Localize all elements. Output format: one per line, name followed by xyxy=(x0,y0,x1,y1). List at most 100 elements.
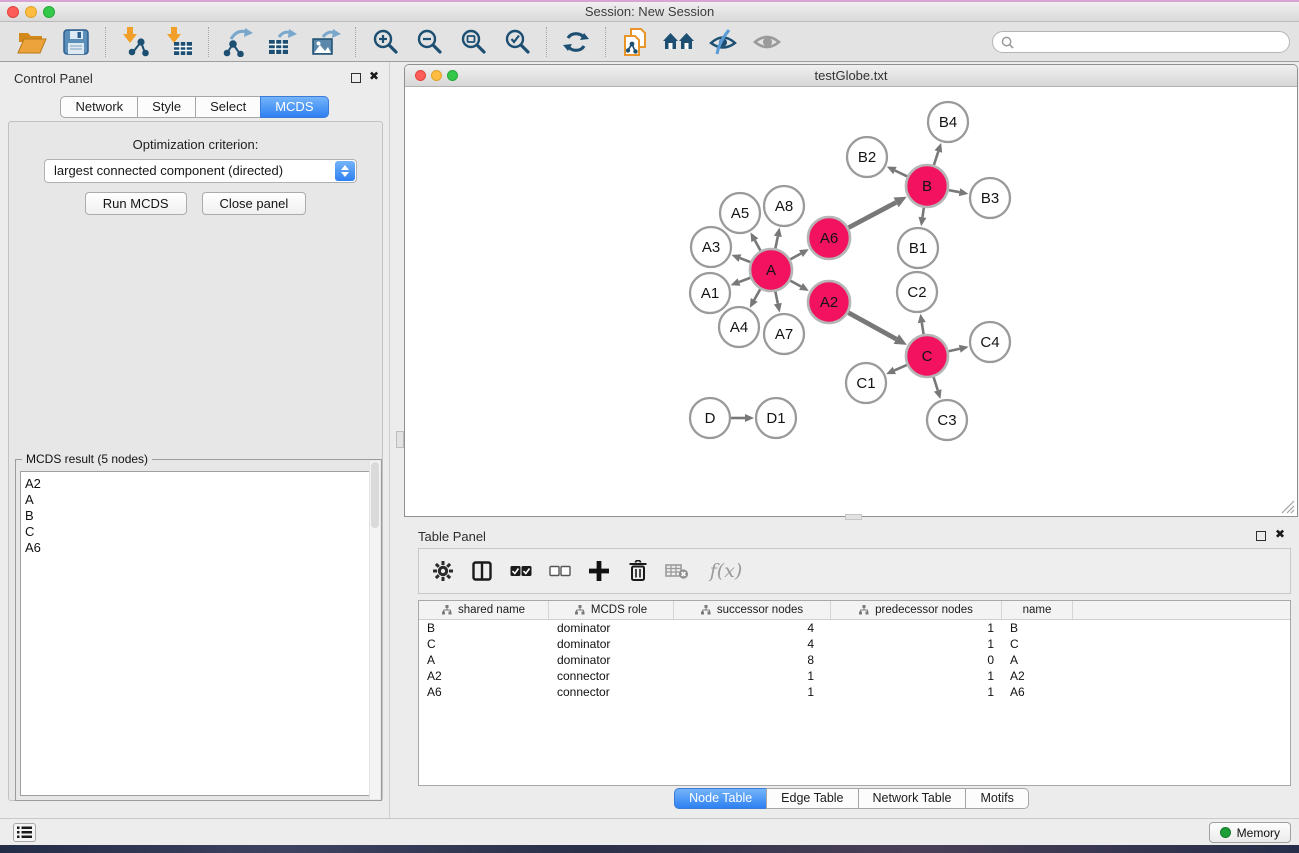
float-table-panel-button[interactable] xyxy=(1256,531,1266,541)
apply-layout-button[interactable] xyxy=(559,25,593,59)
edge-A-A2[interactable] xyxy=(790,281,801,287)
edge-A-A5[interactable] xyxy=(755,240,761,250)
delete-columns-button[interactable] xyxy=(626,557,650,585)
table-row[interactable]: Cdominator41C xyxy=(419,636,1290,652)
create-column-button[interactable] xyxy=(587,557,611,585)
edge-C-C2[interactable] xyxy=(922,323,924,335)
graph-node-B1[interactable]: B1 xyxy=(898,228,938,268)
close-panel-button-mcds[interactable]: Close panel xyxy=(202,192,307,215)
clone-network-button[interactable] xyxy=(618,25,652,59)
home-view-button[interactable] xyxy=(662,25,696,59)
search-input[interactable] xyxy=(1019,35,1281,49)
toggle-graphics-details-button[interactable] xyxy=(706,25,740,59)
edge-A-A3[interactable] xyxy=(740,258,751,262)
delete-table-button[interactable] xyxy=(665,557,689,585)
tab-edge-table[interactable]: Edge Table xyxy=(766,788,858,809)
edge-B-B3[interactable] xyxy=(949,190,960,192)
run-mcds-button[interactable]: Run MCDS xyxy=(85,192,187,215)
graph-node-A[interactable]: A xyxy=(750,249,792,291)
memory-button[interactable]: Memory xyxy=(1209,822,1291,843)
edge-B-B2[interactable] xyxy=(895,170,907,176)
graph-node-C3[interactable]: C3 xyxy=(927,400,967,440)
float-panel-button[interactable] xyxy=(351,73,361,83)
column-header-shared-name[interactable]: shared name xyxy=(419,601,549,619)
edge-B-B4[interactable] xyxy=(934,151,938,165)
graph-node-A1[interactable]: A1 xyxy=(690,273,730,313)
table-settings-button[interactable] xyxy=(431,557,455,585)
graph-node-D1[interactable]: D1 xyxy=(756,398,796,438)
task-history-button[interactable] xyxy=(13,823,36,842)
graph-node-C2[interactable]: C2 xyxy=(897,272,937,312)
function-builder-button[interactable]: f(x) xyxy=(704,557,748,585)
optimization-criterion-select[interactable]: largest connected component (directed) xyxy=(44,159,357,183)
zoom-fit-button[interactable] xyxy=(456,25,490,59)
graph-node-B[interactable]: B xyxy=(906,165,948,207)
edge-A-A1[interactable] xyxy=(739,278,750,282)
close-table-panel-button[interactable]: ✖ xyxy=(1275,528,1285,540)
edge-A-A4[interactable] xyxy=(754,289,760,300)
show-columns-button[interactable] xyxy=(470,557,494,585)
graph-node-D[interactable]: D xyxy=(690,398,730,438)
table-row[interactable]: A6connector11A6 xyxy=(419,684,1290,700)
graph-node-A5[interactable]: A5 xyxy=(720,193,760,233)
network-zoom-button[interactable] xyxy=(447,70,458,81)
search-box[interactable] xyxy=(992,31,1290,53)
graph-node-C1[interactable]: C1 xyxy=(846,363,886,403)
table-row[interactable]: A2connector11A2 xyxy=(419,668,1290,684)
unselect-all-columns-button[interactable] xyxy=(548,557,572,585)
graph-node-A6[interactable]: A6 xyxy=(808,217,850,259)
select-all-columns-button[interactable] xyxy=(509,557,533,585)
column-header-successor-nodes[interactable]: successor nodes xyxy=(674,601,831,619)
result-item[interactable]: A6 xyxy=(25,540,376,556)
network-close-button[interactable] xyxy=(415,70,426,81)
birds-eye-view-button[interactable] xyxy=(750,25,784,59)
column-header-predecessor-nodes[interactable]: predecessor nodes xyxy=(831,601,1002,619)
tab-motifs[interactable]: Motifs xyxy=(965,788,1028,809)
edge-A-A8[interactable] xyxy=(775,236,777,248)
tab-select[interactable]: Select xyxy=(195,96,261,118)
result-item[interactable]: B xyxy=(25,508,376,524)
result-list-scrollbar[interactable] xyxy=(369,461,380,799)
table-row[interactable]: Bdominator41B xyxy=(419,620,1290,636)
edge-B-B1[interactable] xyxy=(922,208,923,218)
result-item[interactable]: A xyxy=(25,492,376,508)
table-row[interactable]: Adominator80A xyxy=(419,652,1290,668)
network-minimize-button[interactable] xyxy=(431,70,442,81)
tab-network[interactable]: Network xyxy=(60,96,138,118)
minimize-window-button[interactable] xyxy=(25,6,37,18)
graph-node-C[interactable]: C xyxy=(906,335,948,377)
network-canvas[interactable]: B4B2BB3A5A8A6A3B1AA1C2A2A4A7C4CC1C3DD1 xyxy=(405,87,1297,516)
save-session-button[interactable] xyxy=(59,25,93,59)
tab-mcds[interactable]: MCDS xyxy=(260,96,328,118)
zoom-selected-button[interactable] xyxy=(500,25,534,59)
graph-node-B2[interactable]: B2 xyxy=(847,137,887,177)
export-image-button[interactable] xyxy=(309,25,343,59)
open-session-button[interactable] xyxy=(15,25,49,59)
graph-node-B3[interactable]: B3 xyxy=(970,178,1010,218)
graph-node-C4[interactable]: C4 xyxy=(970,322,1010,362)
import-table-button[interactable] xyxy=(162,25,196,59)
tab-network-table[interactable]: Network Table xyxy=(858,788,967,809)
import-network-button[interactable] xyxy=(118,25,152,59)
tab-node-table[interactable]: Node Table xyxy=(674,788,767,809)
graph-node-A3[interactable]: A3 xyxy=(691,227,731,267)
tab-style[interactable]: Style xyxy=(137,96,196,118)
scrollbar-thumb[interactable] xyxy=(371,462,379,528)
column-header-name[interactable]: name xyxy=(1002,601,1073,619)
zoom-out-button[interactable] xyxy=(412,25,446,59)
graph-node-A7[interactable]: A7 xyxy=(764,314,804,354)
edge-C-C3[interactable] xyxy=(934,377,938,390)
edge-A6-B[interactable] xyxy=(848,202,896,227)
edge-A-A7[interactable] xyxy=(775,292,777,304)
zoom-window-button[interactable] xyxy=(43,6,55,18)
edge-A2-C[interactable] xyxy=(848,313,896,339)
result-item[interactable]: C xyxy=(25,524,376,540)
edge-C-C1[interactable] xyxy=(894,365,907,371)
resize-handle-icon[interactable] xyxy=(1281,500,1295,514)
result-item[interactable]: A2 xyxy=(25,476,376,492)
dropdown-stepper[interactable] xyxy=(335,161,355,181)
edge-C-C4[interactable] xyxy=(948,349,959,352)
graph-node-A8[interactable]: A8 xyxy=(764,186,804,226)
column-header-MCDS-role[interactable]: MCDS role xyxy=(549,601,674,619)
edge-A-A6[interactable] xyxy=(790,253,801,259)
